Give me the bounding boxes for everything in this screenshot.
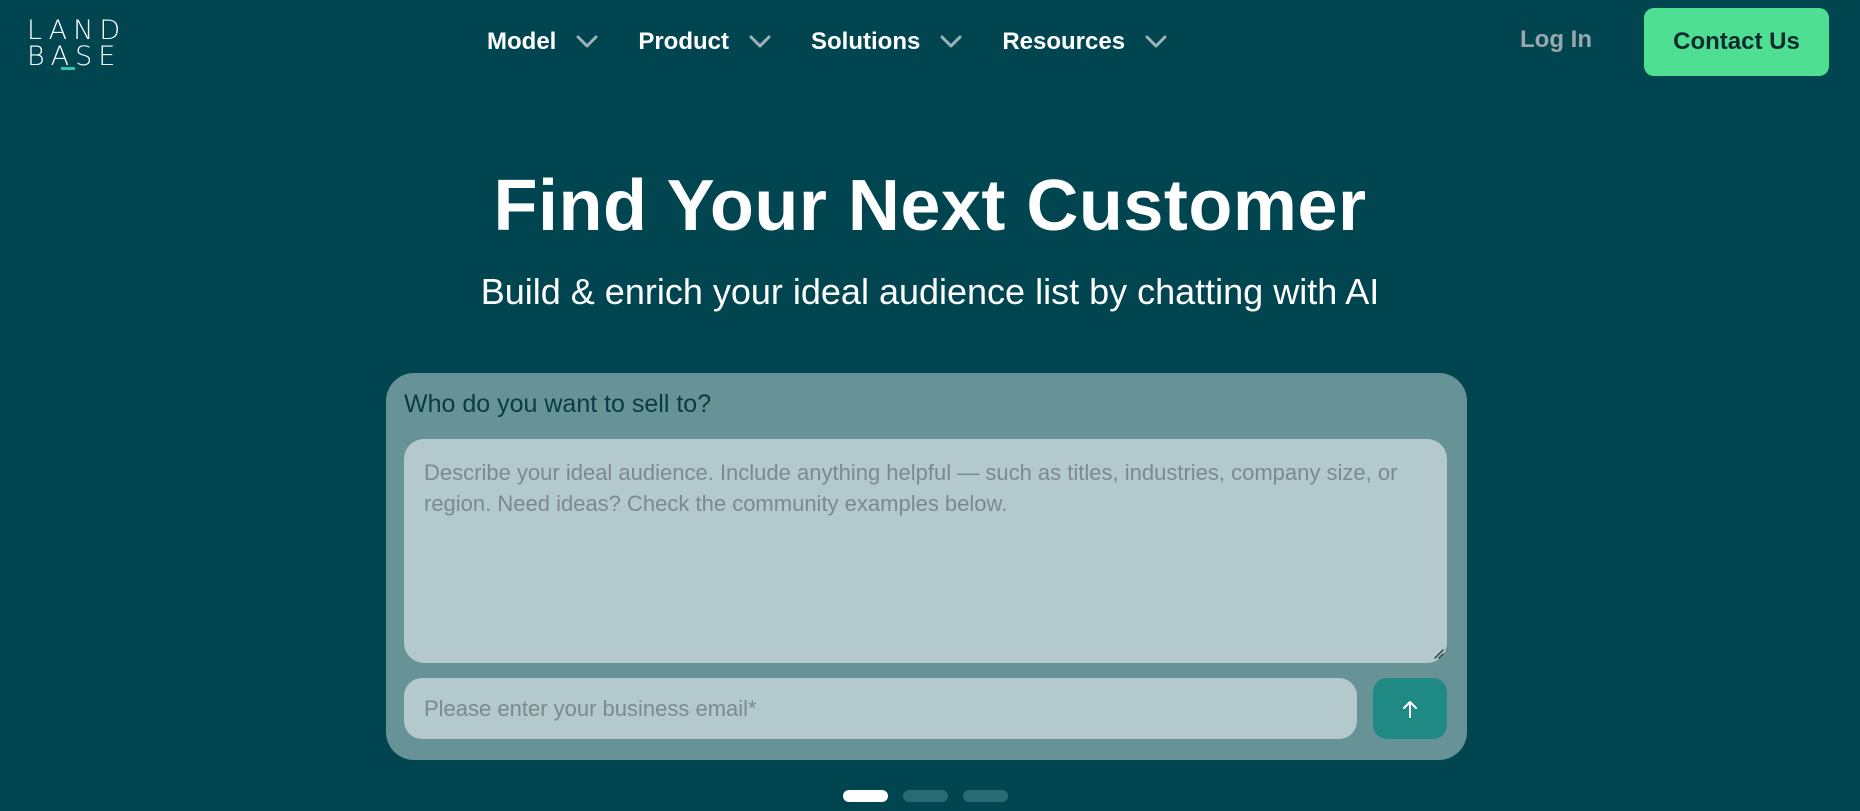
resize-grip-icon[interactable] [1432, 647, 1444, 659]
arrow-up-icon [1403, 700, 1417, 718]
site-header: LAND BASE Model Product Solutions Resour… [0, 0, 1860, 84]
submit-button[interactable] [1373, 678, 1447, 739]
nav-item-label: Model [487, 28, 557, 55]
business-email-input[interactable] [404, 678, 1357, 739]
chevron-down-icon [1145, 35, 1167, 48]
nav-item-label: Product [638, 28, 729, 55]
logo-line-2: BASE [27, 41, 122, 72]
hero-title: Find Your Next Customer [493, 166, 1367, 246]
carousel-dot[interactable] [963, 790, 1008, 802]
landing-page: LAND BASE Model Product Solutions Resour… [0, 0, 1860, 811]
form-label: Who do you want to sell to? [404, 390, 712, 418]
nav-item-label: Resources [1002, 28, 1126, 55]
nav-item-resources[interactable]: Resources [1002, 28, 1167, 56]
login-link[interactable]: Log In [1520, 26, 1592, 54]
chevron-down-icon [749, 35, 771, 48]
logo-accent-mark [61, 67, 75, 70]
carousel-dot[interactable] [843, 790, 888, 802]
chevron-down-icon [576, 35, 598, 48]
carousel-dot[interactable] [903, 790, 948, 802]
contact-us-button[interactable]: Contact Us [1644, 8, 1829, 76]
nav-item-label: Solutions [811, 28, 921, 55]
nav-item-model[interactable]: Model [487, 28, 598, 56]
chevron-down-icon [940, 35, 962, 48]
audience-form-card: Who do you want to sell to? [386, 373, 1467, 760]
main-nav: Model Product Solutions Resources [487, 22, 1207, 62]
nav-item-product[interactable]: Product [638, 28, 771, 56]
landbase-logo[interactable]: LAND BASE [27, 17, 125, 74]
carousel-indicators [843, 790, 1023, 802]
audience-description-input[interactable] [404, 439, 1447, 663]
nav-item-solutions[interactable]: Solutions [811, 28, 962, 56]
hero-subtitle: Build & enrich your ideal audience list … [480, 271, 1380, 312]
